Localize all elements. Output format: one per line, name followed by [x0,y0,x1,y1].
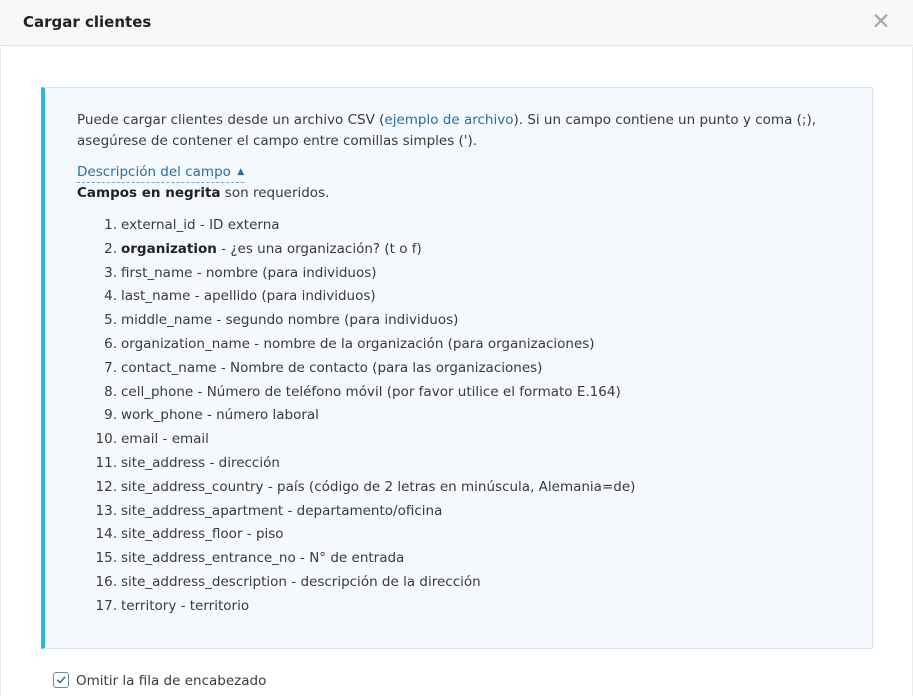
field-description: - Número de teléfono móvil (por favor ut… [193,383,621,400]
field-number: 15. [95,550,117,567]
field-list-item: 7. contact_name - Nombre de contacto (par… [77,357,817,381]
field-list-item: 13. site_address_apartment - departamento… [77,500,817,524]
field-name: last_name [121,288,191,305]
field-list-item: 2. organization - ¿es una organización? (… [77,238,817,262]
field-number: 9. [104,407,117,424]
required-note-rest: son requeridos. [220,185,330,201]
field-list-item: 17. territory - territorio [77,595,817,619]
close-button[interactable]: ✕ [870,10,892,34]
csv-instructions: Puede cargar clientes desde un archivo C… [77,110,837,151]
field-description: - dirección [205,454,280,471]
field-name: external_id [121,217,196,233]
field-list-item: 9. work_phone - número laboral [77,404,817,428]
field-description-toggle[interactable]: Descripción del campo ▲ [77,162,245,183]
field-number: 12. [95,478,117,495]
field-description: - segundo nombre (para individuos) [212,312,459,329]
field-number: 6. [104,335,117,352]
field-number: 7. [104,359,117,376]
field-description: - departamento/oficina [283,502,443,519]
field-description: - país (código de 2 letras en minúscula,… [263,478,636,495]
close-icon: ✕ [871,9,891,35]
required-fields-note: Campos en negrita son requeridos. [77,183,329,203]
sample-file-link[interactable]: ejemplo de archivo [384,112,513,128]
field-number: 1. [104,217,117,233]
instructions-text-start: Puede cargar clientes desde un archivo C… [77,112,385,128]
field-description: - email [158,431,209,448]
skip-header-checkbox[interactable] [53,672,69,688]
field-description: - nombre (para individuos) [192,264,377,281]
field-number: 11. [95,454,117,471]
field-name: site_address [121,454,206,471]
field-list-item: 12. site_address_country - país (código d… [77,476,817,500]
csv-fields-list: 1. external_id - ID externa 2. organization… [77,214,817,619]
field-description: - nombre de la organización (para organi… [249,335,595,352]
check-icon [56,676,66,684]
field-name: contact_name [121,359,217,376]
field-number: 10. [95,431,117,448]
field-description: - piso [242,526,284,543]
field-list-item: 14. site_address_floor - piso [77,523,817,547]
caret-up-icon: ▲ [237,167,245,177]
field-description: - número laboral [202,407,319,424]
field-name: cell_phone [121,383,194,400]
field-name: site_address_apartment [121,502,284,519]
field-name: work_phone [121,407,203,424]
field-description: - N° de entrada [295,550,405,567]
csv-info-panel: Puede cargar clientes desde un archivo C… [41,87,873,649]
dialog-body: Puede cargar clientes desde un archivo C… [0,47,913,696]
upload-clients-dialog: Cargar clientes ✕ Puede cargar clientes … [0,0,913,696]
field-name: site_address_entrance_no [121,550,296,567]
field-list-item: 5. middle_name - segundo nombre (para ind… [77,309,817,333]
dialog-header: Cargar clientes ✕ [0,0,913,46]
field-name: site_address_description [121,573,287,590]
field-list-item: 6. organization_name - nombre de la organ… [77,333,817,357]
field-name: email [121,431,159,448]
field-name: site_address_floor [121,526,243,543]
skip-header-label: Omitir la fila de encabezado [76,673,267,689]
field-description: - descripción de la dirección [286,573,481,590]
field-number: 17. [95,597,117,614]
field-name: middle_name [121,312,213,329]
field-list-item: 16. site_address_description - descripció… [77,571,817,595]
field-number: 14. [95,526,117,543]
field-list-item: 8. cell_phone - Número de teléfono móvil … [77,381,817,405]
field-name: site_address_country [121,478,264,495]
field-number: 2. [104,240,117,257]
field-list-item: 11. site_address - dirección [77,452,817,476]
required-note-bold: Campos en negrita [77,185,221,201]
field-number: 16. [95,573,117,590]
field-number: 8. [104,383,117,400]
field-description: - apellido (para individuos) [190,288,376,305]
field-list-item: 1. external_id - ID externa [77,214,817,238]
field-list-item: 15. site_address_entrance_no - N° de entr… [77,547,817,571]
field-name: organization [121,240,217,257]
field-name: territory [121,597,177,614]
field-description: - territorio [176,597,250,614]
field-description-label: Descripción del campo [77,164,231,180]
field-description: - Nombre de contacto (para las organizac… [216,359,543,376]
field-number: 4. [104,288,117,305]
dialog-title: Cargar clientes [23,13,152,31]
field-list-item: 10. email - email [77,428,817,452]
field-number: 3. [104,264,117,281]
field-description: - ID externa [195,217,280,233]
field-name: first_name [121,264,193,281]
field-description: - ¿es una organización? (t o f) [216,240,422,257]
field-name: organization_name [121,335,250,352]
field-number: 5. [104,312,117,329]
field-number: 13. [95,502,117,519]
field-list-item: 4. last_name - apellido (para individuos) [77,285,817,309]
field-list-item: 3. first_name - nombre (para individuos) [77,262,817,286]
